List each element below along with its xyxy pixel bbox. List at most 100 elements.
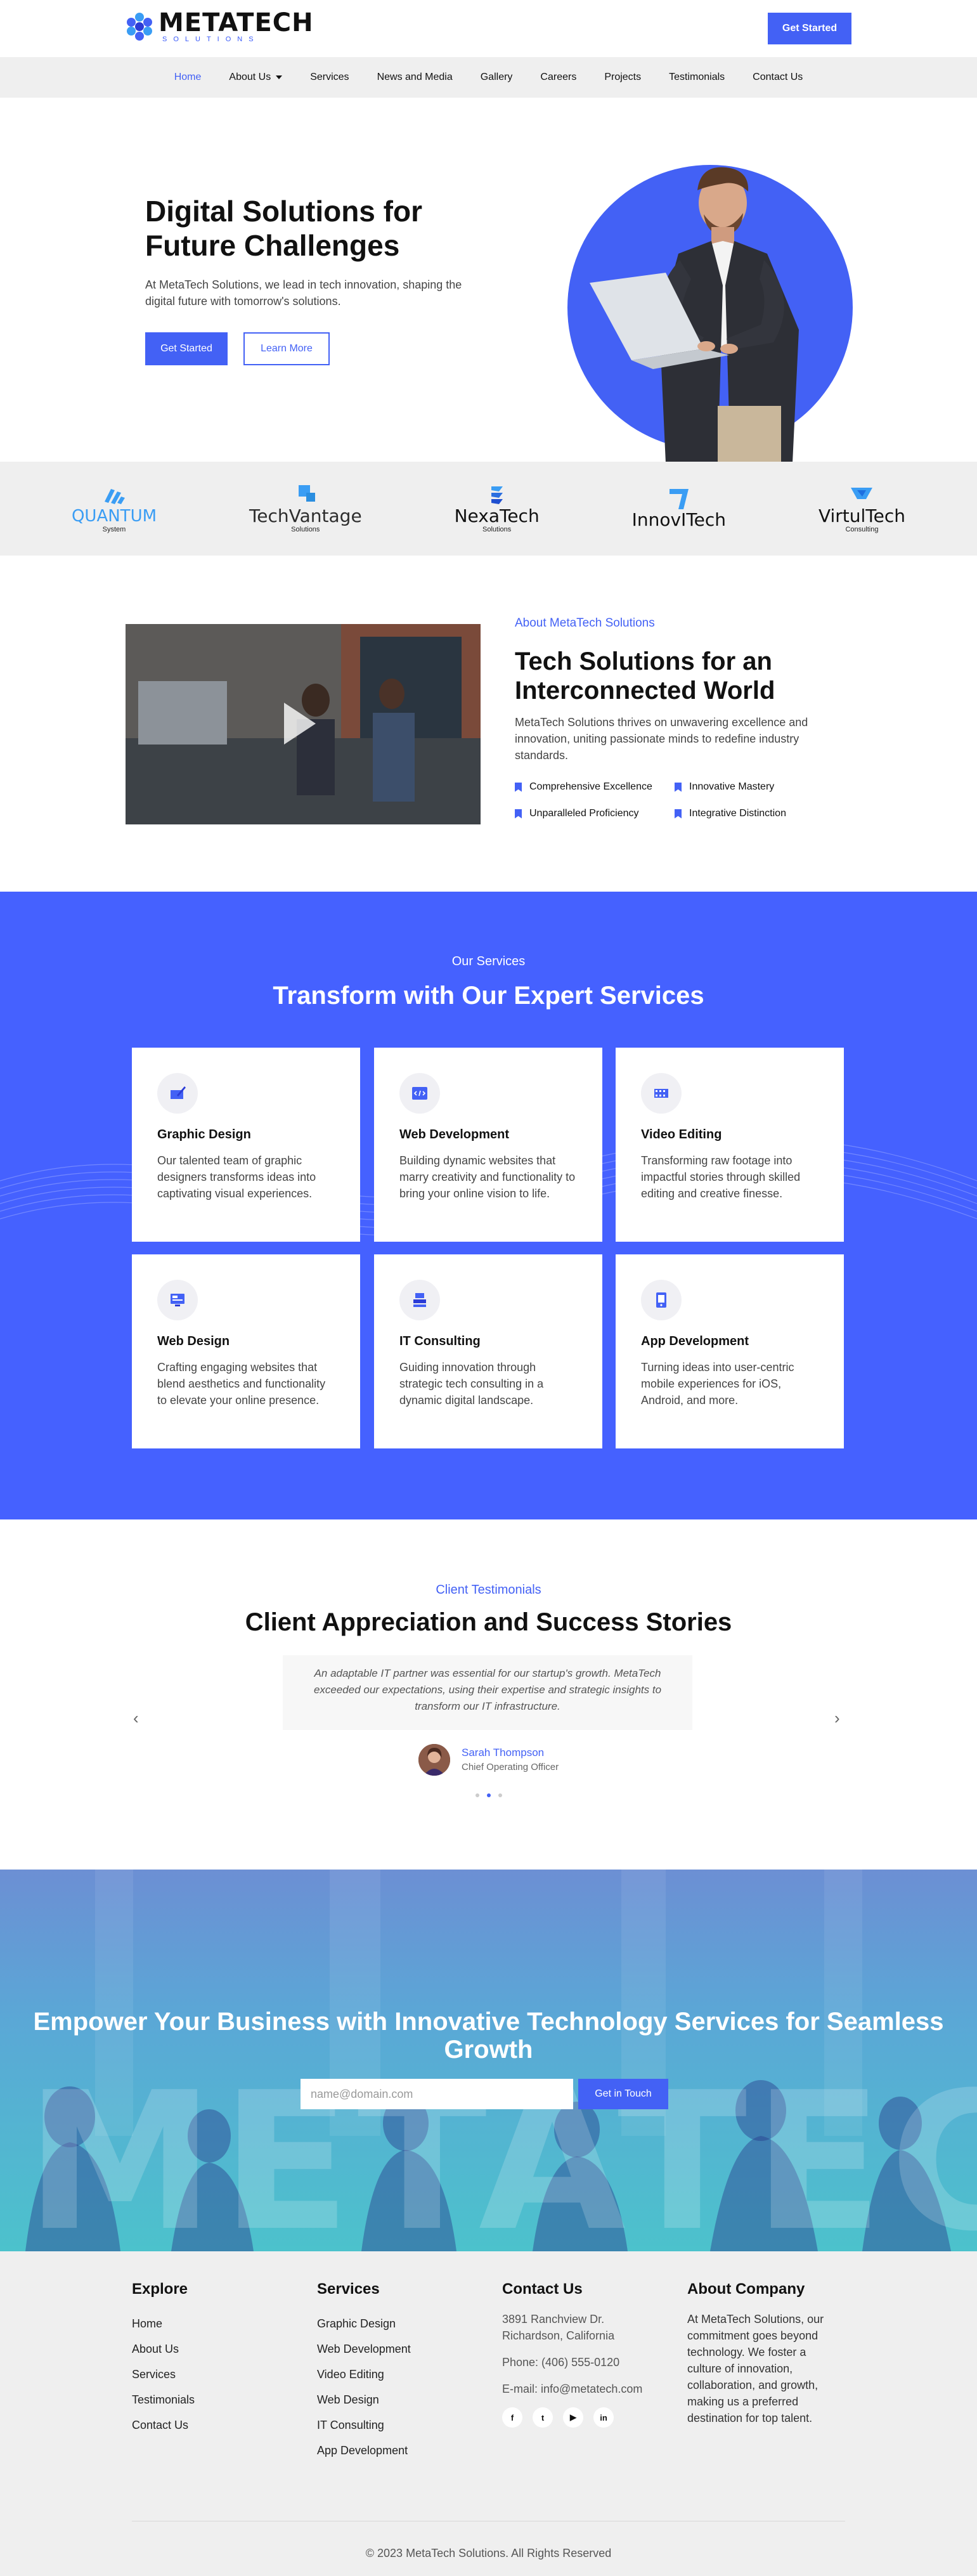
nav-item-testimonials[interactable]: Testimonials: [655, 72, 739, 83]
footer-email: E-mail: info@metatech.com: [502, 2383, 643, 2395]
bookmark-icon: [515, 782, 522, 792]
nav-item-careers[interactable]: Careers: [526, 72, 590, 83]
footer-services-column: Services Graphic Design Web Development …: [317, 2280, 482, 2463]
footer-link-contact-us[interactable]: Contact Us: [132, 2412, 297, 2438]
footer-link-web-development[interactable]: Web Development: [317, 2336, 482, 2362]
service-card-app-development[interactable]: App Development Turning ideas into user-…: [616, 1254, 844, 1448]
carousel-dot[interactable]: [475, 1793, 479, 1797]
hero-title: Digital Solutions for Future Challenges: [145, 195, 422, 262]
techvantage-squares-icon: [298, 485, 315, 502]
footer-contact-column: Contact Us 3891 Ranchview Dr. Richardson…: [502, 2280, 667, 2428]
nav-item-services[interactable]: Services: [296, 72, 363, 83]
brand-name: QUANTUM: [71, 507, 157, 526]
testimonial-author-role: Chief Operating Officer: [462, 1762, 559, 1773]
hero-get-started-button[interactable]: Get Started: [145, 332, 228, 365]
brand-tag: Solutions: [482, 526, 512, 533]
feature-label: Comprehensive Excellence: [529, 781, 652, 792]
services-title: Transform with Our Expert Services: [273, 982, 704, 1010]
service-card-title: Web Development: [399, 1128, 509, 1142]
chevron-right-icon[interactable]: ›: [834, 1708, 840, 1728]
youtube-icon[interactable]: ▶: [563, 2407, 583, 2428]
service-card-graphic-design[interactable]: Graphic Design Our talented team of grap…: [132, 1048, 360, 1242]
footer-link-testimonials[interactable]: Testimonials: [132, 2387, 297, 2412]
about-video[interactable]: [126, 624, 481, 824]
avatar: [418, 1744, 450, 1776]
nav-item-projects[interactable]: Projects: [590, 72, 655, 83]
virtultech-shield-icon: [851, 488, 873, 499]
bookmark-icon: [675, 782, 682, 792]
carousel-dot[interactable]: [498, 1793, 502, 1797]
feature-label: Integrative Distinction: [689, 808, 786, 819]
businessman-with-laptop-image: [590, 167, 799, 462]
carousel-dot-active[interactable]: [486, 1793, 491, 1797]
chevron-left-icon[interactable]: ‹: [133, 1708, 139, 1728]
facebook-icon[interactable]: f: [502, 2407, 522, 2428]
testimonial-author-name: Sarah Thompson: [462, 1747, 545, 1759]
footer-link-home[interactable]: Home: [132, 2311, 297, 2336]
feature-label: Unparalleled Proficiency: [529, 808, 639, 819]
footer-link-app-development[interactable]: App Development: [317, 2438, 482, 2463]
footer-link-about-us[interactable]: About Us: [132, 2336, 297, 2362]
service-card-title: Graphic Design: [157, 1128, 251, 1142]
twitter-icon[interactable]: t: [533, 2407, 553, 2428]
testimonial-quote: An adaptable IT partner was essential fo…: [283, 1655, 692, 1730]
feature-label: Innovative Mastery: [689, 781, 775, 792]
nav-item-contact-us[interactable]: Contact Us: [739, 72, 817, 83]
nav-item-home[interactable]: Home: [160, 72, 216, 83]
footer-link-web-design[interactable]: Web Design: [317, 2387, 482, 2412]
footer-heading: About Company: [687, 2280, 805, 2298]
service-card-video-editing[interactable]: Video Editing Transforming raw footage i…: [616, 1048, 844, 1242]
brand-logo-virtultech: VirtulTech Consulting: [818, 484, 905, 533]
copyright-text: © 2023 MetaTech Solutions. All Rights Re…: [365, 2547, 612, 2560]
email-field[interactable]: [301, 2079, 573, 2109]
linkedin-icon[interactable]: in: [593, 2407, 614, 2428]
footer-explore-column: Explore Home About Us Services Testimoni…: [132, 2280, 297, 2438]
brand-tag: System: [102, 526, 126, 533]
footer-heading: Explore: [132, 2280, 188, 2298]
services-section: Our Services Transform with Our Expert S…: [0, 892, 977, 1519]
brand-name: TechVantage: [249, 505, 362, 526]
brand-logo-innovitech: InnovITech: [632, 488, 726, 530]
film-strip-icon: [641, 1073, 682, 1114]
code-window-icon: [399, 1073, 440, 1114]
footer-link-video-editing[interactable]: Video Editing: [317, 2362, 482, 2387]
office-team-video-thumbnail: [126, 624, 481, 824]
nav-item-news-and-media[interactable]: News and Media: [363, 72, 467, 83]
brand-tag: Solutions: [291, 526, 320, 533]
nav-item-gallery[interactable]: Gallery: [467, 72, 527, 83]
nav-item-about-us[interactable]: About Us: [215, 72, 296, 83]
about-text: MetaTech Solutions thrives on unwavering…: [515, 716, 808, 762]
social-links: f t ▶ in: [502, 2407, 667, 2428]
service-card-text: Our talented team of graphic designers t…: [157, 1154, 316, 1200]
site-footer: Explore Home About Us Services Testimoni…: [0, 2251, 977, 2576]
nav-item-label: About Us: [229, 72, 271, 82]
footer-address: 3891 Ranchview Dr. Richardson, Californi…: [502, 2313, 615, 2342]
footer-link-services[interactable]: Services: [132, 2362, 297, 2387]
service-card-web-design[interactable]: Web Design Crafting engaging websites th…: [132, 1254, 360, 1448]
hero-text: At MetaTech Solutions, we lead in tech i…: [145, 278, 462, 308]
service-card-web-development[interactable]: Web Development Building dynamic website…: [374, 1048, 602, 1242]
feature-item: Unparalleled Proficiency: [515, 808, 639, 819]
services-kicker: Our Services: [451, 954, 526, 968]
logo-hexagon-icon: [124, 11, 155, 42]
get-in-touch-button[interactable]: Get in Touch: [578, 2079, 668, 2109]
about-kicker: About MetaTech Solutions: [515, 616, 655, 630]
site-logo[interactable]: METATECH SOLUTIONS: [124, 10, 314, 43]
brand-name: NexaTech: [454, 505, 540, 526]
about-title: Tech Solutions for an Interconnected Wor…: [515, 647, 775, 705]
footer-phone: Phone: (406) 555-0120: [502, 2356, 620, 2369]
footer-about-column: About Company At MetaTech Solutions, our…: [687, 2280, 839, 2426]
footer-heading: Services: [317, 2280, 380, 2298]
about-section: About MetaTech Solutions Tech Solutions …: [0, 556, 977, 892]
footer-link-it-consulting[interactable]: IT Consulting: [317, 2412, 482, 2438]
footer-link-graphic-design[interactable]: Graphic Design: [317, 2311, 482, 2336]
footer-heading: Contact Us: [502, 2280, 583, 2298]
hero-learn-more-button[interactable]: Learn More: [243, 332, 330, 365]
bookmark-icon: [675, 809, 682, 819]
service-card-text: Guiding innovation through strategic tec…: [399, 1361, 544, 1407]
service-card-it-consulting[interactable]: IT Consulting Guiding innovation through…: [374, 1254, 602, 1448]
site-header: METATECH SOLUTIONS Get Started: [0, 0, 977, 57]
server-icon: [399, 1280, 440, 1320]
testimonials-kicker: Client Testimonials: [436, 1583, 541, 1597]
header-get-started-button[interactable]: Get Started: [768, 13, 851, 44]
